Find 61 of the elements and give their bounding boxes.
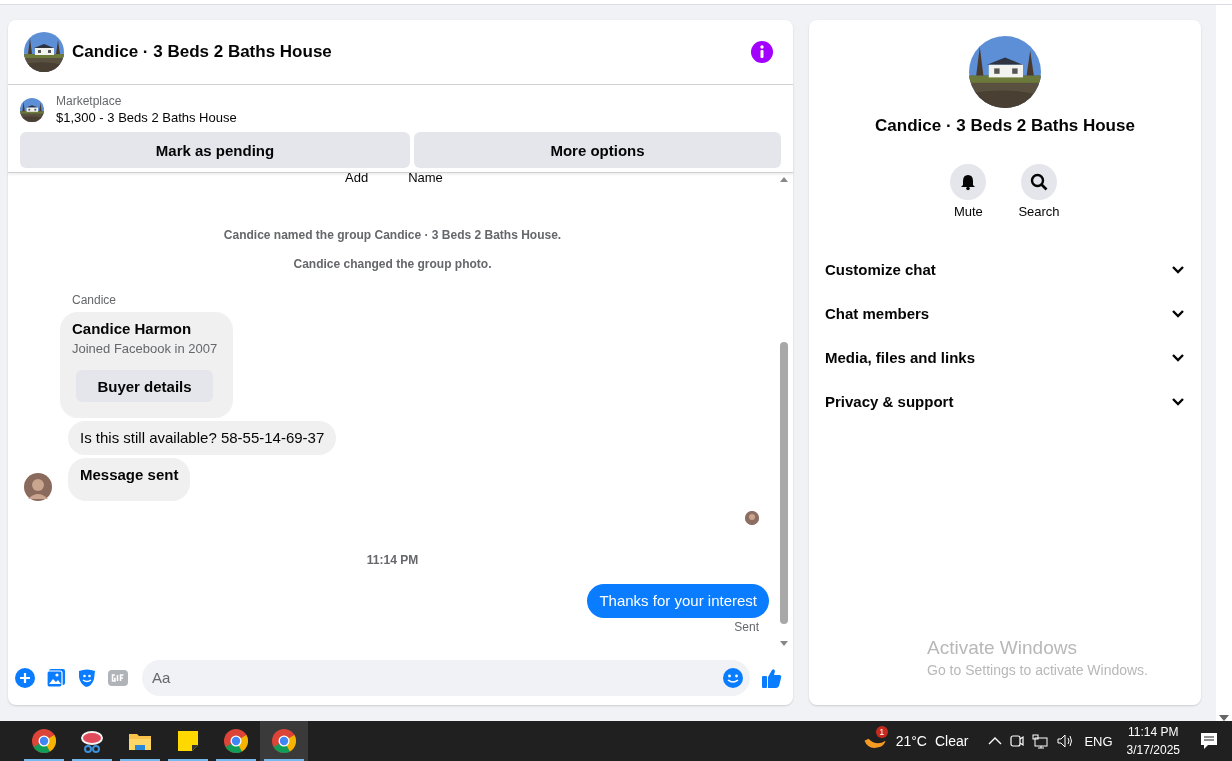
clock-time[interactable]: 11:14 PM — [1128, 723, 1179, 741]
section-label: Media, files and links — [825, 348, 976, 366]
browser-icon — [31, 728, 57, 754]
listing-title[interactable]: $1,300 - 3 Beds 2 Baths House — [56, 109, 237, 127]
message-bubble: Thanks for your interest — [587, 584, 769, 618]
action-label[interactable]: Name — [408, 173, 443, 185]
listing-source: Marketplace — [56, 93, 123, 109]
activation-title: Activate Windows — [927, 636, 1078, 660]
notifications-icon[interactable] — [1200, 732, 1218, 750]
camera-icon[interactable] — [1010, 733, 1025, 749]
timestamp: 11:14 PM — [365, 553, 420, 567]
scrollbar-thumb[interactable] — [780, 341, 788, 624]
chevron-up-icon[interactable] — [988, 737, 1003, 745]
search-icon — [1030, 173, 1048, 191]
read-receipt-avatar — [745, 511, 759, 525]
listing-action-button[interactable]: Mark as pending — [20, 132, 410, 168]
weather-condition: Clear — [934, 733, 969, 749]
buyer-details-button[interactable]: Buyer details — [76, 370, 213, 402]
browser-icon — [271, 728, 297, 754]
emoji-icon[interactable] — [722, 666, 744, 689]
section-header[interactable]: Media, files and links — [817, 335, 1193, 379]
section-label: Customize chat — [825, 260, 936, 278]
conversation-title: Candice · 3 Beds 2 Baths House — [72, 42, 333, 62]
scissors-icon — [79, 728, 105, 754]
chat-title: Candice · 3 Beds 2 Baths House — [875, 116, 1135, 136]
info-icon[interactable] — [751, 41, 773, 63]
notification-badge: 1 — [875, 726, 888, 738]
note-icon — [175, 728, 201, 754]
section-header[interactable]: Customize chat — [817, 247, 1193, 291]
activation-message: Go to Settings to activate Windows. — [927, 661, 1148, 680]
system-message: Candice changed the group photo. — [292, 256, 493, 272]
section-label: Privacy & support — [825, 392, 954, 410]
scroll-up-icon[interactable] — [780, 177, 788, 182]
taskbar-app[interactable] — [260, 721, 308, 761]
scroll-down-icon[interactable] — [780, 641, 788, 646]
section-header[interactable]: Chat members — [817, 291, 1193, 335]
profile-name: Candice Harmon — [72, 320, 193, 338]
network-icon[interactable] — [1032, 733, 1049, 749]
action-label[interactable]: Add — [345, 173, 369, 185]
avatar — [24, 473, 52, 501]
clock-date[interactable]: 3/17/2025 — [1126, 741, 1180, 759]
profile-subtitle: Joined Facebook in 2007 — [72, 340, 218, 358]
message-field[interactable]: Aa — [142, 659, 750, 696]
plus-icon[interactable] — [15, 667, 35, 688]
delivery-status: Sent — [734, 620, 759, 634]
temperature: 21°C — [895, 733, 927, 749]
system-message: Candice named the group Candice · 3 Beds 2 Baths House. — [222, 227, 563, 243]
speaker-icon[interactable] — [1056, 733, 1075, 749]
image-icon[interactable] — [46, 667, 66, 688]
listing-action-button[interactable]: More options — [414, 132, 781, 168]
bell-icon — [959, 173, 978, 191]
browser-icon — [223, 728, 249, 754]
sticker-icon[interactable] — [77, 667, 97, 688]
message-bubble: Is this still available? 58-55-14-69-37 — [68, 421, 337, 455]
section-header[interactable]: Privacy & support — [817, 379, 1193, 423]
thumbs-up-icon[interactable] — [761, 666, 783, 689]
section-label: Chat members — [825, 304, 930, 322]
moon-icon — [863, 738, 886, 751]
language-indicator[interactable]: ENG — [1084, 733, 1113, 749]
message-bubble: Message sent — [68, 458, 191, 501]
sender-name: Candice — [72, 292, 118, 308]
